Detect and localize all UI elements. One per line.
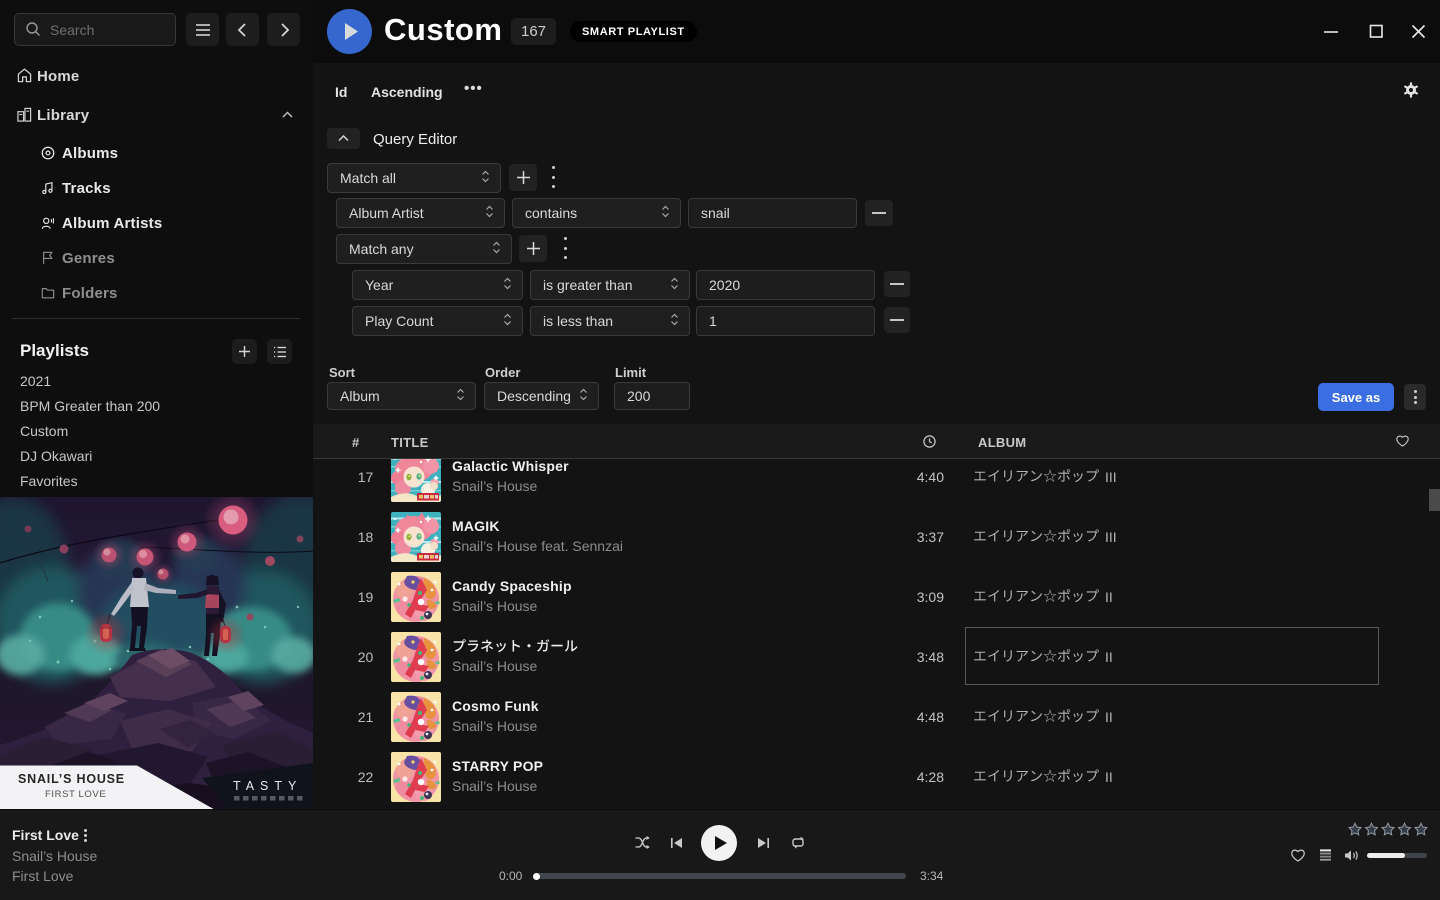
svg-text:SNAIL’S HOUSE: SNAIL’S HOUSE: [18, 772, 125, 786]
svg-text:FIRST LOVE: FIRST LOVE: [45, 789, 106, 800]
svg-text:TASTY: TASTY: [233, 779, 302, 793]
